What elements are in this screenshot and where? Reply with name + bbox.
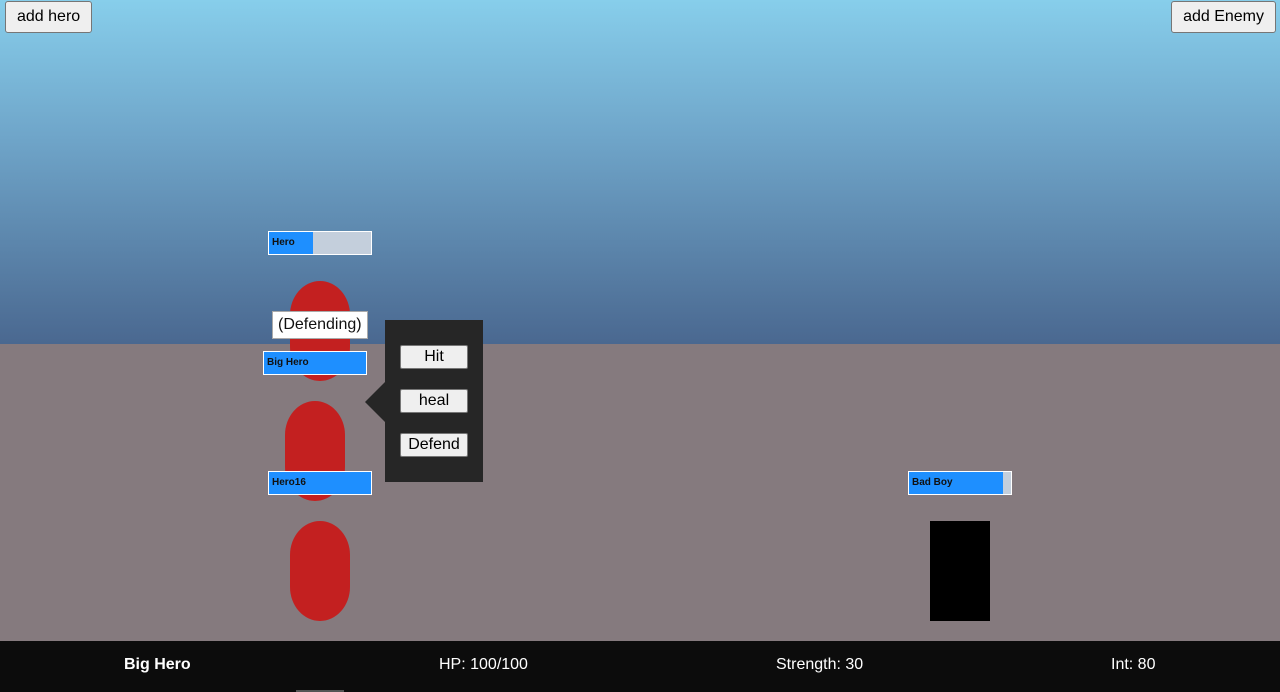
defend-button[interactable]: Defend bbox=[400, 433, 468, 457]
bad-boy-enemy[interactable] bbox=[930, 521, 990, 621]
hero-health-bar: Hero bbox=[268, 231, 372, 255]
hero-name: Hero16 bbox=[272, 477, 306, 488]
stat-character-name: Big Hero bbox=[124, 656, 191, 673]
hero-name: Hero bbox=[272, 237, 295, 248]
add-hero-button[interactable]: add hero bbox=[5, 1, 93, 33]
hero16-character[interactable] bbox=[290, 521, 350, 621]
selected-character-stats: Big Hero HP: 100/100 Strength: 30 Int: 8… bbox=[0, 641, 1280, 692]
defending-status-label: (Defending) bbox=[272, 311, 368, 339]
action-menu: Hit heal Defend bbox=[365, 320, 483, 482]
stat-hp: HP: 100/100 bbox=[439, 656, 528, 673]
enemy-health-bar: Bad Boy bbox=[908, 471, 1012, 495]
stat-int: Int: 80 bbox=[1111, 656, 1156, 673]
big-hero-health-bar: Big Hero bbox=[263, 351, 367, 375]
hero-name: Big Hero bbox=[267, 357, 309, 368]
stat-strength: Strength: 30 bbox=[776, 656, 864, 673]
heal-button[interactable]: heal bbox=[400, 389, 468, 413]
add-enemy-button[interactable]: add Enemy bbox=[1171, 1, 1276, 33]
hero16-health-bar: Hero16 bbox=[268, 471, 372, 495]
sky-background bbox=[0, 0, 1280, 344]
enemy-name: Bad Boy bbox=[912, 477, 953, 488]
ground bbox=[0, 344, 1280, 641]
hit-button[interactable]: Hit bbox=[400, 345, 468, 369]
